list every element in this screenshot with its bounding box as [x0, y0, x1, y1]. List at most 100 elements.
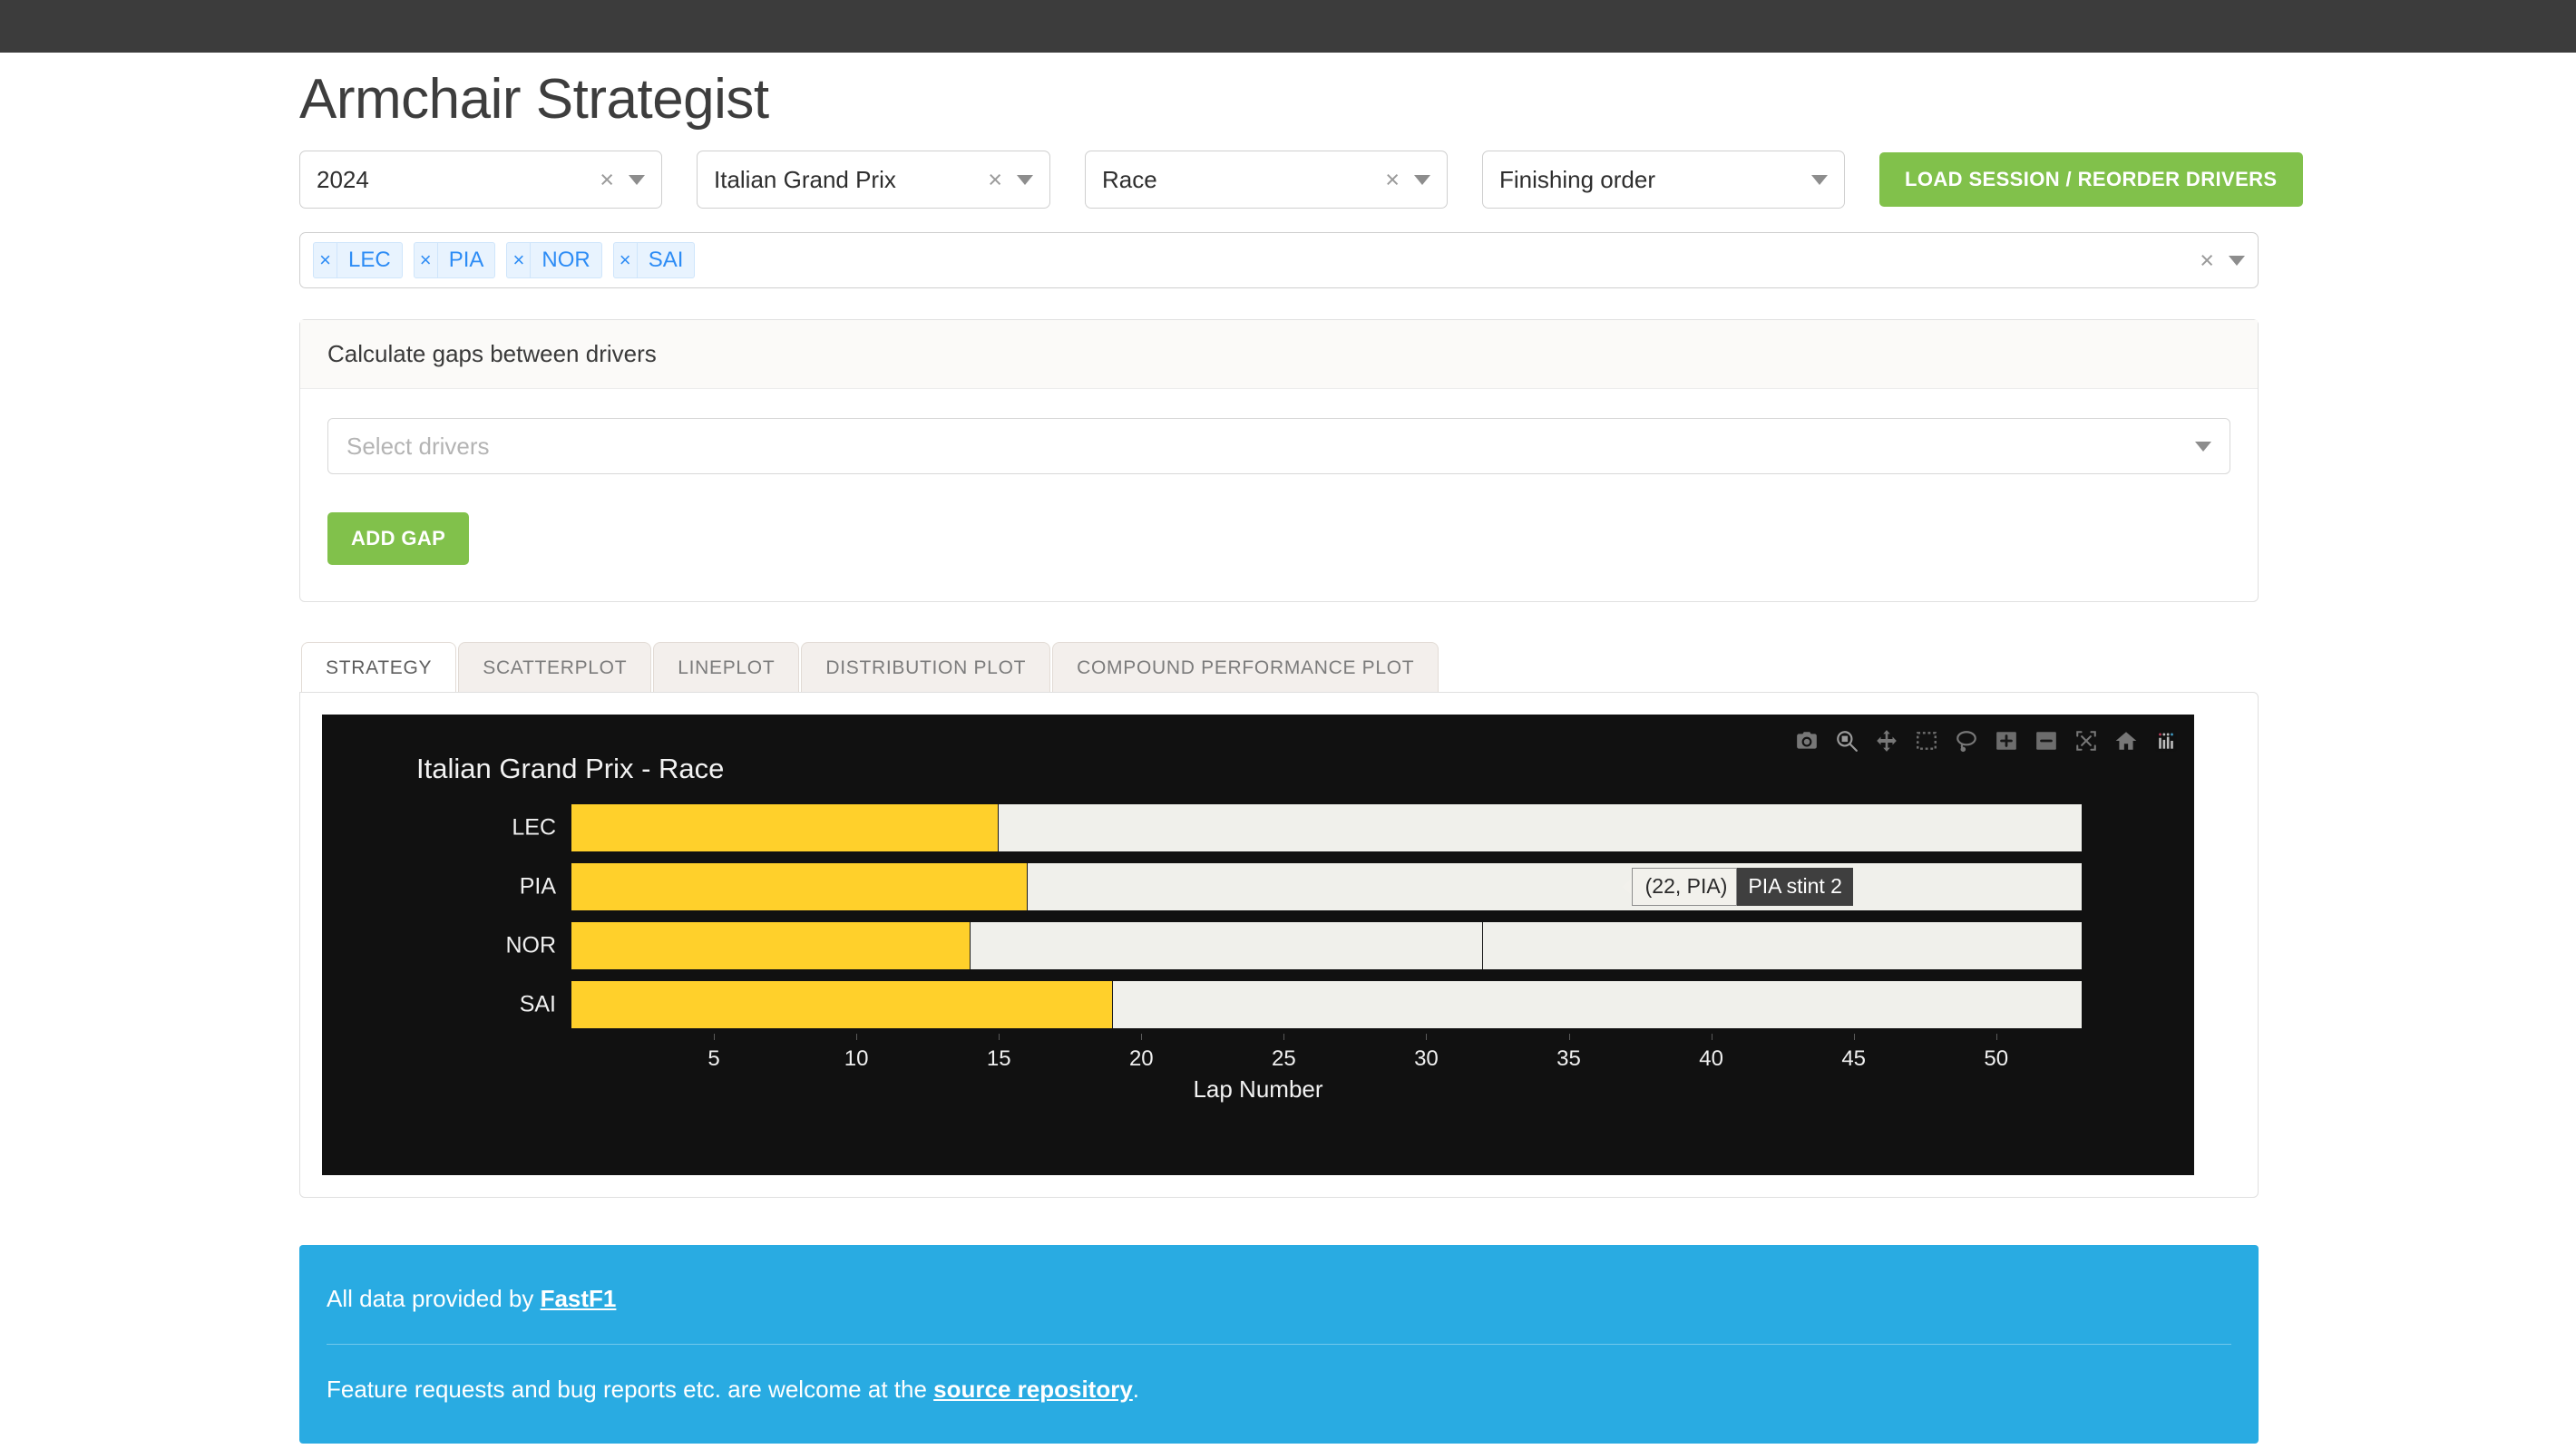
session-select-value: Race — [1102, 166, 1380, 194]
zoom-icon[interactable] — [1835, 729, 1859, 753]
x-axis-tick-label: 45 — [1841, 1046, 1866, 1072]
driver-tag[interactable]: × NOR — [506, 242, 601, 278]
y-axis-tick-label: SAI — [520, 991, 556, 1017]
driver-tag-list: × LEC × PIA × NOR × SAI — [313, 242, 2194, 278]
plot-panel: Italian Grand Prix - Race — [299, 692, 2259, 1198]
y-axis-tick-label: NOR — [505, 932, 556, 958]
reset-axes-home-icon[interactable] — [2114, 729, 2138, 753]
chevron-down-icon[interactable] — [1017, 175, 1033, 185]
fastf1-link[interactable]: FastF1 — [541, 1285, 617, 1312]
plot-tabs: STRATEGY SCATTERPLOT LINEPLOT DISTRIBUTI… — [301, 642, 2576, 692]
x-axis-tick-label: 10 — [844, 1046, 869, 1072]
event-select-value: Italian Grand Prix — [714, 166, 982, 194]
stint-bar[interactable] — [571, 863, 1028, 910]
close-icon[interactable]: × — [507, 243, 531, 277]
y-axis-labels: LEC PIA NOR SAI — [440, 798, 565, 1034]
session-selector-row: 2024 × Italian Grand Prix × Race × Finis… — [299, 151, 2576, 209]
calculate-gaps-body: Select drivers ADD GAP — [300, 389, 2258, 601]
driver-tag[interactable]: × LEC — [313, 242, 403, 278]
driver-tag-label: SAI — [638, 243, 695, 277]
tab-strategy[interactable]: STRATEGY — [301, 642, 456, 692]
driver-order-select[interactable]: Finishing order — [1482, 151, 1845, 209]
plotly-logo-icon[interactable] — [2154, 729, 2178, 753]
footer-banner: All data provided by FastF1 Feature requ… — [299, 1245, 2259, 1444]
close-icon[interactable]: × — [982, 168, 1013, 192]
zoom-out-icon[interactable] — [2034, 729, 2058, 753]
add-gap-button[interactable]: ADD GAP — [327, 512, 469, 565]
x-axis-tick-label: 5 — [707, 1046, 719, 1072]
source-repository-link[interactable]: source repository — [933, 1376, 1133, 1403]
footer-line-feedback: Feature requests and bug reports etc. ar… — [327, 1366, 2231, 1413]
stint-bar[interactable] — [1113, 981, 2082, 1028]
driver-multiselect-controls: × — [2194, 248, 2249, 273]
calculate-gaps-header: Calculate gaps between drivers — [300, 320, 2258, 389]
x-axis-tick-label: 15 — [987, 1046, 1011, 1072]
driver-tag[interactable]: × SAI — [613, 242, 696, 278]
session-select[interactable]: Race × — [1085, 151, 1448, 209]
x-axis-tick-mark — [999, 1034, 1000, 1040]
stint-bar[interactable] — [571, 981, 1113, 1028]
gap-drivers-placeholder: Select drivers — [346, 433, 2191, 461]
driver-stint-lane — [571, 922, 2082, 969]
x-axis-tick-mark — [714, 1034, 715, 1040]
plotly-modebar — [1795, 729, 2178, 753]
plot-bars-area — [571, 798, 2082, 1034]
driver-multiselect[interactable]: × LEC × PIA × NOR × SAI × — [299, 232, 2259, 288]
chevron-down-icon[interactable] — [629, 175, 645, 185]
stint-bar[interactable] — [1028, 863, 2082, 910]
close-icon[interactable]: × — [415, 243, 438, 277]
x-axis-tick-label: 35 — [1556, 1046, 1581, 1072]
tab-scatterplot[interactable]: SCATTERPLOT — [458, 642, 651, 692]
stint-bar[interactable] — [571, 922, 971, 969]
y-axis-tick-label: LEC — [512, 814, 556, 841]
x-axis-tick-mark — [1569, 1034, 1570, 1040]
pan-icon[interactable] — [1875, 729, 1898, 753]
load-session-button[interactable]: LOAD SESSION / REORDER DRIVERS — [1879, 152, 2303, 207]
x-axis-tick-mark — [1996, 1034, 1997, 1040]
close-icon[interactable]: × — [314, 243, 337, 277]
driver-stint-lane — [571, 804, 2082, 851]
x-axis-tick-label: 20 — [1129, 1046, 1154, 1072]
close-icon[interactable]: × — [594, 168, 625, 192]
box-select-icon[interactable] — [1915, 729, 1938, 753]
driver-stint-lane — [571, 863, 2082, 910]
tooltip-coords: (22, PIA) — [1632, 868, 1738, 906]
y-axis-tick-label: PIA — [520, 873, 556, 900]
x-axis-tick-mark — [856, 1034, 857, 1040]
year-select[interactable]: 2024 × — [299, 151, 662, 209]
chevron-down-icon[interactable] — [2229, 256, 2245, 266]
autoscale-icon[interactable] — [2074, 729, 2098, 753]
stint-bar[interactable] — [1483, 922, 2082, 969]
x-axis-tick-mark — [1426, 1034, 1427, 1040]
chevron-down-icon[interactable] — [1414, 175, 1430, 185]
top-bar — [0, 0, 2576, 53]
tab-compound-performance-plot[interactable]: COMPOUND PERFORMANCE PLOT — [1052, 642, 1439, 692]
strategy-plot[interactable]: Italian Grand Prix - Race — [322, 715, 2194, 1175]
driver-tag[interactable]: × PIA — [414, 242, 496, 278]
event-select[interactable]: Italian Grand Prix × — [697, 151, 1050, 209]
x-axis-title: Lap Number — [322, 1075, 2194, 1104]
stint-bar[interactable] — [999, 804, 2082, 851]
x-axis-tick-label: 50 — [1984, 1046, 2008, 1072]
footer-line-data-source: All data provided by FastF1 — [327, 1276, 2231, 1322]
tab-distribution-plot[interactable]: DISTRIBUTION PLOT — [801, 642, 1050, 692]
page-title: Armchair Strategist — [299, 69, 2576, 131]
close-icon[interactable]: × — [614, 243, 638, 277]
camera-icon[interactable] — [1795, 729, 1819, 753]
driver-tag-label: LEC — [337, 243, 402, 277]
footer-line2-prefix: Feature requests and bug reports etc. ar… — [327, 1376, 933, 1403]
tab-lineplot[interactable]: LINEPLOT — [653, 642, 799, 692]
page-content: Armchair Strategist 2024 × Italian Grand… — [0, 69, 2576, 1444]
gap-drivers-select[interactable]: Select drivers — [327, 418, 2230, 474]
lasso-select-icon[interactable] — [1955, 729, 1978, 753]
x-axis-tick-mark — [1854, 1034, 1855, 1040]
close-icon[interactable]: × — [2194, 248, 2225, 273]
driver-stint-lane — [571, 981, 2082, 1028]
chevron-down-icon[interactable] — [1811, 175, 1828, 185]
stint-bar[interactable] — [971, 922, 1483, 969]
stint-bar[interactable] — [571, 804, 999, 851]
footer-divider — [327, 1344, 2231, 1345]
chevron-down-icon[interactable] — [2195, 442, 2211, 452]
close-icon[interactable]: × — [1380, 168, 1410, 192]
zoom-in-icon[interactable] — [1995, 729, 2018, 753]
